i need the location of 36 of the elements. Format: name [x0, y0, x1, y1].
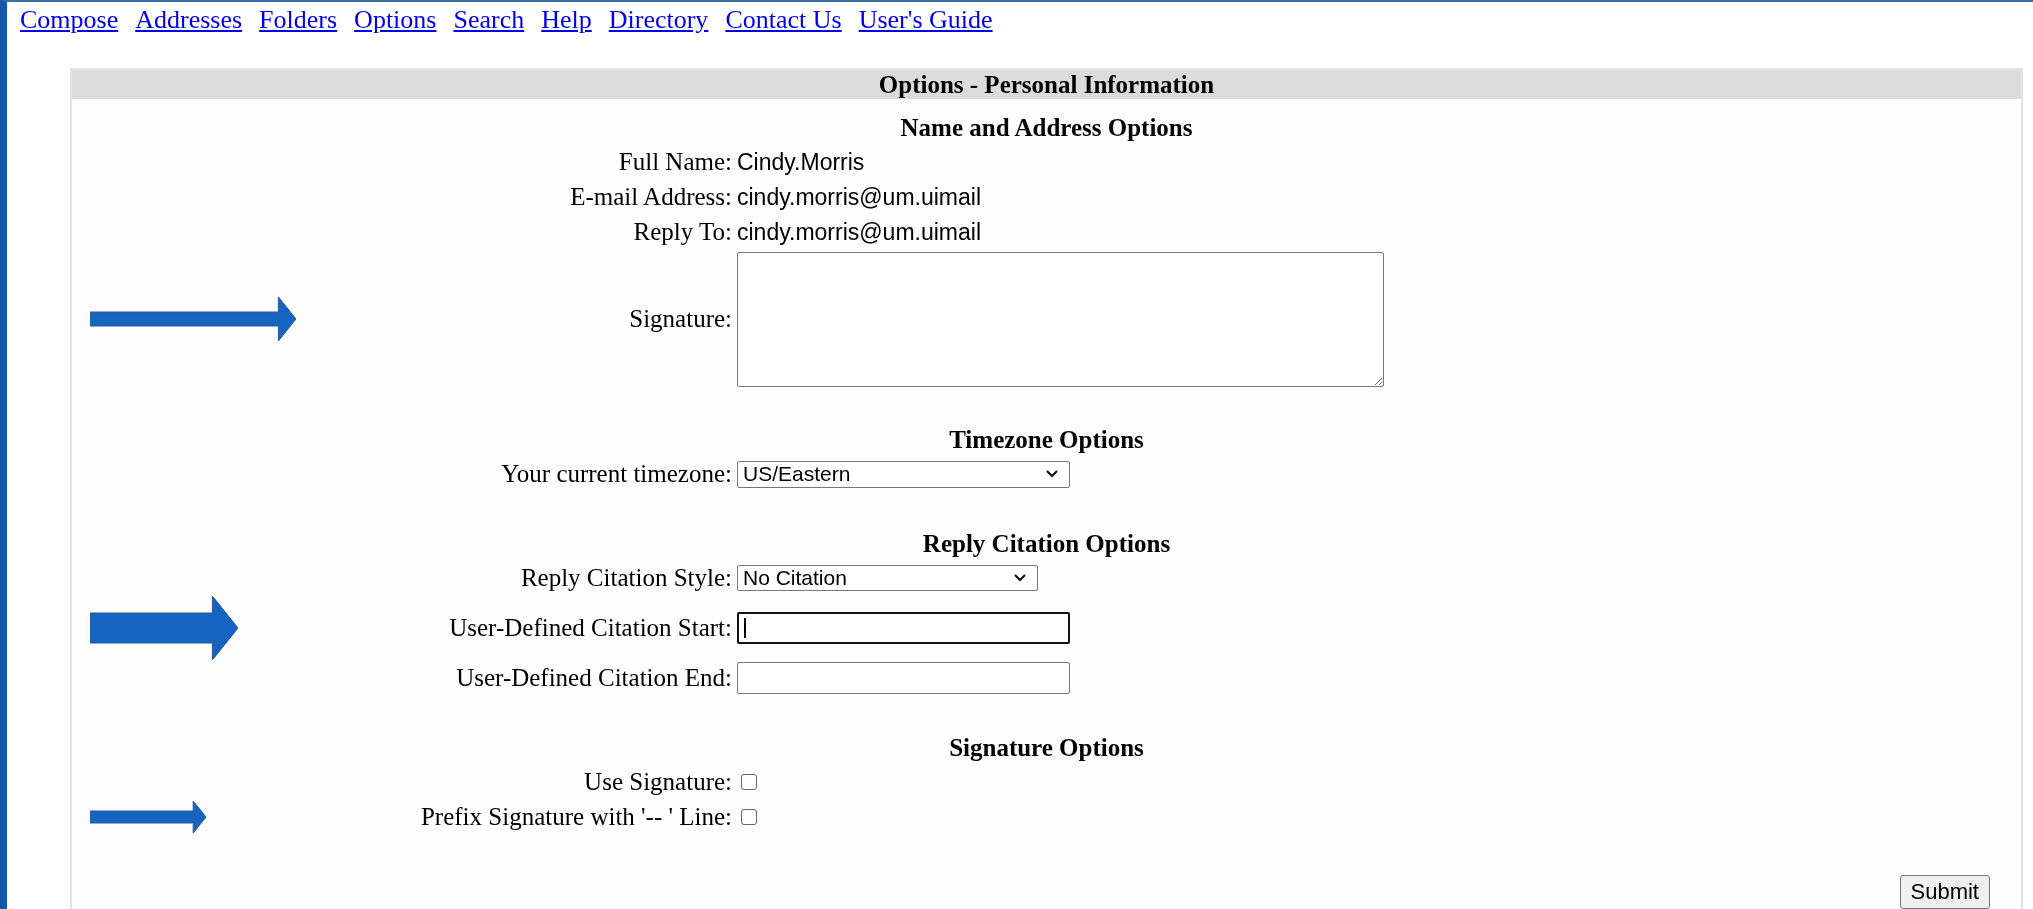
chevron-icon: [1013, 573, 1027, 583]
nav-link[interactable]: Contact Us: [725, 4, 842, 36]
nav-link[interactable]: Help: [541, 4, 592, 36]
submit-button[interactable]: Submit: [1899, 875, 1990, 909]
section-heading: Signature Options: [949, 734, 1144, 762]
field-label: User-Defined Citation Start:: [449, 613, 732, 643]
field-label: Your current timezone:: [501, 459, 732, 489]
nav-link[interactable]: Compose: [20, 4, 119, 36]
section-heading: Name and Address Options: [900, 114, 1193, 142]
field-value: cindy.morris@um.uimail: [737, 183, 981, 211]
field-value: cindy.morris@um.uimail: [737, 218, 981, 246]
input-field[interactable]: [737, 612, 1070, 644]
field-label: Reply Citation Style:: [520, 563, 732, 593]
nav-link[interactable]: Folders: [259, 4, 338, 36]
nav-link[interactable]: Search: [453, 4, 525, 36]
field-label: Prefix Signature with '-- ' Line:: [420, 802, 732, 832]
nav-link[interactable]: Addresses: [135, 4, 243, 36]
checkbox[interactable]: [741, 774, 757, 790]
nav-link[interactable]: User's Guide: [858, 4, 993, 36]
chevron-icon: [1045, 469, 1059, 479]
field-value: Cindy.Morris: [737, 148, 865, 176]
dropdown[interactable]: No Citation: [737, 565, 1038, 591]
input-field[interactable]: [737, 662, 1070, 694]
section-heading: Timezone Options: [949, 426, 1144, 454]
nav-link[interactable]: Directory: [608, 4, 709, 36]
field-label: Signature:: [629, 303, 732, 334]
nav-link[interactable]: Options: [354, 4, 437, 36]
field-label: User-Defined Citation End:: [456, 663, 732, 693]
field-label: Use Signature:: [584, 767, 732, 797]
dropdown[interactable]: US/Eastern: [737, 460, 1070, 488]
checkbox[interactable]: [741, 809, 757, 825]
section-heading: Reply Citation Options: [922, 530, 1171, 558]
field-label: E-mail Address:: [570, 182, 732, 212]
field-label: Reply To:: [633, 217, 732, 247]
field-label: Full Name:: [618, 147, 732, 177]
panel-title: Options - Personal Information: [72, 70, 2021, 99]
